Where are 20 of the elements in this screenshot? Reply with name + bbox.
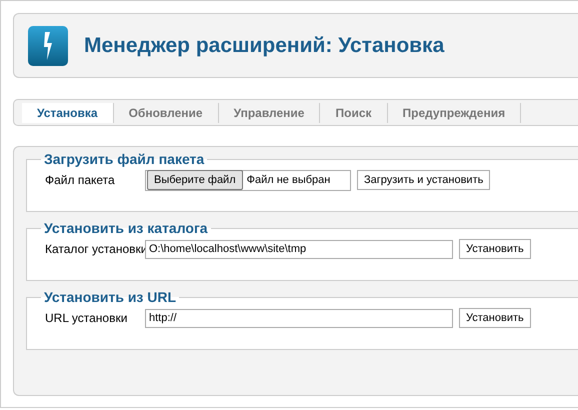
input-field[interactable]: http:// xyxy=(145,308,453,328)
submit-button[interactable]: Загрузить и установить xyxy=(357,170,490,190)
choose-file-button[interactable]: Выберите файл xyxy=(147,170,243,190)
tab[interactable]: Предупреждения xyxy=(388,102,522,122)
section-legend: Загрузить файл пакета xyxy=(41,151,208,167)
section-legend: Установить из URL xyxy=(41,289,180,305)
lightning-icon xyxy=(28,26,68,66)
tab[interactable]: Установка xyxy=(22,102,114,122)
submit-button[interactable]: Установить xyxy=(459,238,531,260)
section-legend: Установить из каталога xyxy=(41,220,211,236)
file-status: Файл не выбран xyxy=(246,172,330,188)
tab[interactable]: Управление xyxy=(218,102,320,122)
file-input[interactable]: Выберите файл Файл не выбран xyxy=(145,170,351,190)
field-label: URL установки xyxy=(45,310,128,327)
tab[interactable]: Поиск xyxy=(320,102,388,122)
submit-button[interactable]: Установить xyxy=(459,308,531,328)
page-title: Менеджер расширений: Установка xyxy=(84,32,444,58)
tab[interactable]: Обновление xyxy=(114,102,219,122)
field-label: Файл пакета xyxy=(45,172,116,189)
input-field[interactable]: O:\home\localhost\www\site\tmp xyxy=(145,240,453,258)
